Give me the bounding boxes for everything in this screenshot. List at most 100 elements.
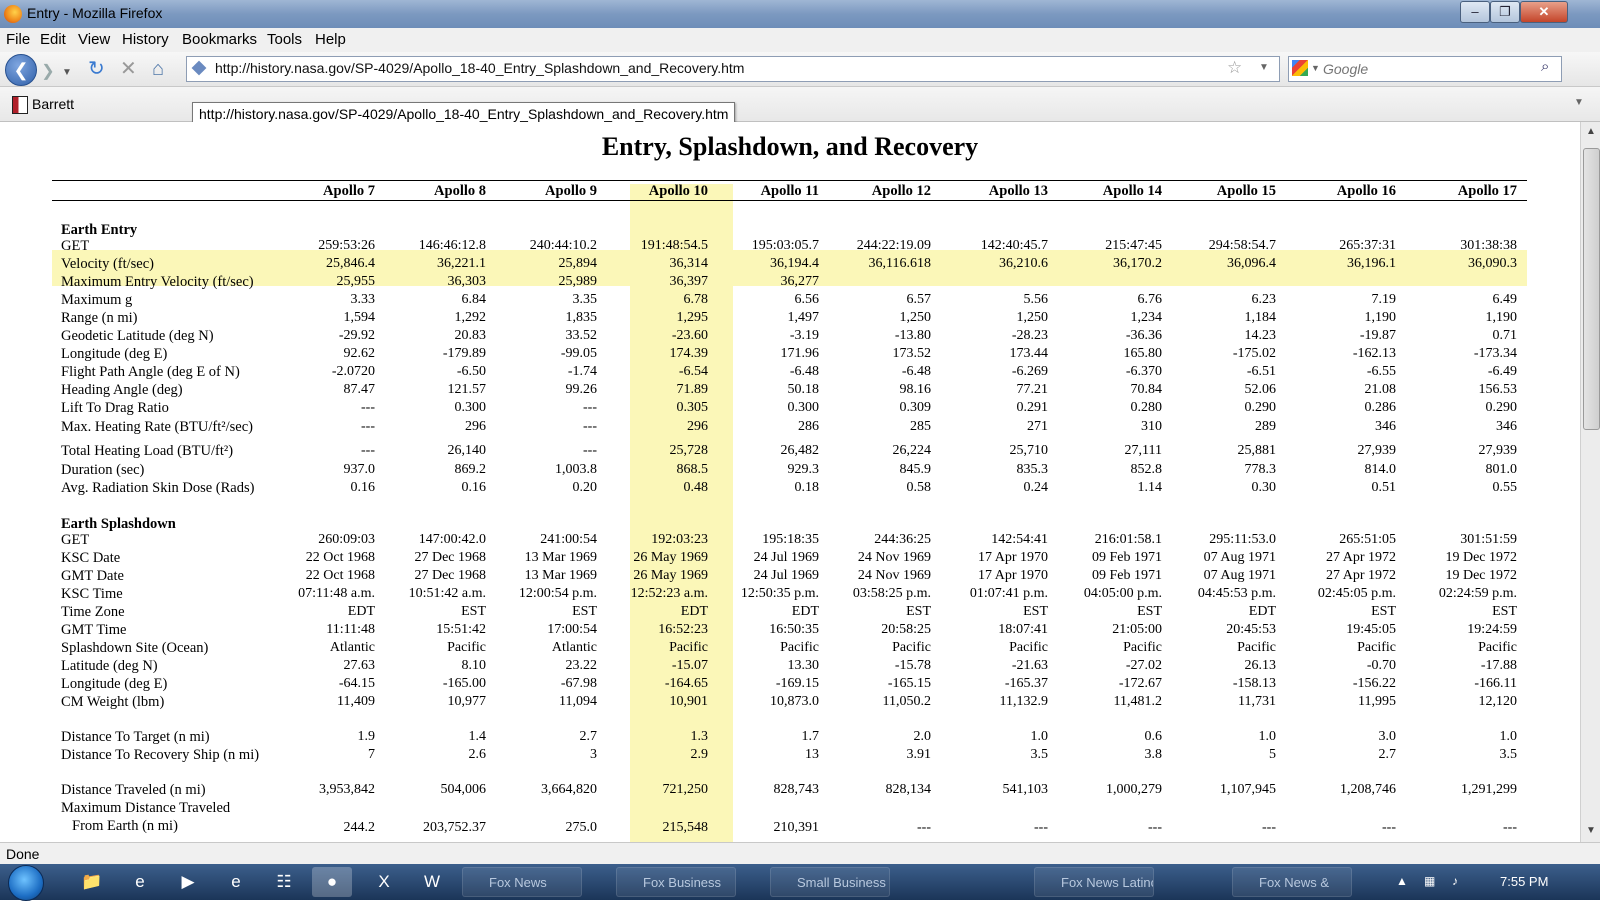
maximize-button[interactable]: ❐ xyxy=(1490,1,1520,23)
firefox-taskbar-icon[interactable]: ● xyxy=(312,867,352,897)
window-title: Entry - Mozilla Firefox xyxy=(27,5,163,21)
minimize-button[interactable]: – xyxy=(1460,1,1490,23)
table-cell: -36.36 xyxy=(1125,328,1162,343)
table-cell: 165.80 xyxy=(1123,346,1163,361)
stop-icon[interactable]: ✕ xyxy=(120,56,137,82)
table-cell: 36,194.4 xyxy=(770,256,819,271)
scroll-down-icon[interactable]: ▼ xyxy=(1586,825,1596,836)
column-header: Apollo 13 xyxy=(988,183,1048,199)
table-cell: 11,094 xyxy=(559,694,597,709)
table-cell: 17 Apr 1970 xyxy=(978,550,1048,565)
media-player-icon[interactable]: ▶ xyxy=(168,867,208,897)
forward-arrow-icon[interactable]: ❯ xyxy=(37,59,59,80)
menu-file[interactable]: File xyxy=(6,31,30,48)
menu-tools[interactable]: Tools xyxy=(267,31,302,48)
home-icon[interactable]: ⌂ xyxy=(152,56,164,82)
bookmarks-overflow-icon[interactable]: ▼ xyxy=(1574,97,1584,108)
table-cell: Pacific xyxy=(780,640,819,655)
close-button[interactable]: ✕ xyxy=(1520,1,1568,23)
url-bar[interactable]: http://history.nasa.gov/SP-4029/Apollo_1… xyxy=(186,56,1280,82)
table-cell: 36,196.1 xyxy=(1347,256,1396,271)
table-cell: 0.286 xyxy=(1364,400,1397,415)
url-dropdown-icon[interactable]: ▼ xyxy=(1259,62,1269,73)
row-label: Heading Angle (deg) xyxy=(61,382,183,398)
taskbar-task[interactable]: Fox News Latino xyxy=(1034,867,1154,897)
table-cell: 3.8 xyxy=(1144,747,1163,762)
table-cell: 2.0 xyxy=(913,729,932,744)
table-cell: 27 Apr 1972 xyxy=(1326,550,1396,565)
table-cell: 19:45:05 xyxy=(1346,622,1396,637)
menu-help[interactable]: Help xyxy=(315,31,346,48)
table-cell: 92.62 xyxy=(343,346,376,361)
search-bar[interactable]: ▼ ⌕ xyxy=(1288,56,1562,82)
row-label: From Earth (n mi) xyxy=(72,818,178,834)
row-label: GMT Time xyxy=(61,622,127,638)
table-cell: 0.290 xyxy=(1244,400,1277,415)
table-cell: 98.16 xyxy=(899,382,932,397)
table-cell: 6.23 xyxy=(1251,292,1277,307)
table-cell: 11,481.2 xyxy=(1113,694,1162,709)
table-cell: 1,184 xyxy=(1244,310,1277,325)
back-arrow-icon[interactable]: ❮ xyxy=(5,54,37,86)
taskbar-task[interactable]: Fox News xyxy=(462,867,582,897)
table-cell: 174.39 xyxy=(669,346,709,361)
start-orb-icon[interactable] xyxy=(8,865,44,901)
table-cell: -175.02 xyxy=(1232,346,1276,361)
network-icon[interactable]: ☷ xyxy=(264,867,304,897)
table-cell: 1.4 xyxy=(468,729,487,744)
table-cell: 142:54:41 xyxy=(991,532,1048,547)
internet-explorer-icon[interactable]: e xyxy=(120,867,160,897)
table-cell: 1,497 xyxy=(787,310,820,325)
tray-network-icon[interactable]: ▦ xyxy=(1424,874,1435,888)
site-identity-icon[interactable] xyxy=(191,60,207,76)
table-cell: 13 Mar 1969 xyxy=(524,568,597,583)
table-cell: --- xyxy=(917,820,931,835)
table-cell: 25,710 xyxy=(1009,443,1049,458)
search-input[interactable] xyxy=(1321,59,1535,79)
taskbar-task[interactable]: Fox News & xyxy=(1232,867,1352,897)
row-label: Longitude (deg E) xyxy=(61,346,168,362)
table-cell: 27,939 xyxy=(1357,443,1397,458)
table-cell: --- xyxy=(1148,820,1162,835)
search-engine-dropdown-icon[interactable]: ▼ xyxy=(1311,63,1320,73)
table-cell: -6.51 xyxy=(1246,364,1276,379)
scrollbar-thumb[interactable] xyxy=(1583,148,1600,430)
table-cell: 801.0 xyxy=(1485,462,1518,477)
url-text[interactable]: http://history.nasa.gov/SP-4029/Apollo_1… xyxy=(215,60,744,76)
tray-arrow-icon[interactable]: ▲ xyxy=(1396,874,1408,888)
table-cell: -169.15 xyxy=(775,676,819,691)
explorer-icon[interactable]: 📁 xyxy=(72,867,112,897)
table-cell: 1,234 xyxy=(1130,310,1163,325)
menu-bar: File Edit View History Bookmarks Tools H… xyxy=(0,28,1600,52)
ie-alt-icon[interactable]: e xyxy=(216,867,256,897)
table-cell: 869.2 xyxy=(454,462,487,477)
reload-icon[interactable]: ↻ xyxy=(88,56,105,82)
bookmark-star-icon[interactable]: ☆ xyxy=(1227,58,1242,78)
google-icon[interactable] xyxy=(1292,60,1308,76)
bookmark-item[interactable]: Barrett xyxy=(32,96,74,112)
search-icon[interactable]: ⌕ xyxy=(1541,58,1549,75)
section-earth-splashdown: Earth Splashdown xyxy=(61,516,176,532)
row-label: Duration (sec) xyxy=(61,462,145,478)
table-cell: -64.15 xyxy=(338,676,375,691)
table-cell: -21.63 xyxy=(1011,658,1048,673)
menu-history[interactable]: History xyxy=(122,31,169,48)
word-icon[interactable]: W xyxy=(412,867,452,897)
taskbar-task[interactable]: Fox Business xyxy=(616,867,736,897)
table-cell: 286 xyxy=(798,419,819,434)
excel-icon[interactable]: X xyxy=(364,867,404,897)
tray-volume-icon[interactable]: ♪ xyxy=(1452,874,1458,888)
table-cell: -29.92 xyxy=(338,328,375,343)
taskbar-task[interactable]: Small Business Center xyxy=(770,867,890,897)
menu-bookmarks[interactable]: Bookmarks xyxy=(182,31,257,48)
table-cell: 1.7 xyxy=(801,729,820,744)
table-cell: --- xyxy=(1262,820,1276,835)
menu-view[interactable]: View xyxy=(78,31,110,48)
vertical-scrollbar[interactable]: ▲ ▼ xyxy=(1580,122,1600,842)
scroll-up-icon[interactable]: ▲ xyxy=(1586,126,1596,137)
menu-edit[interactable]: Edit xyxy=(40,31,66,48)
table-cell: 25,894 xyxy=(558,256,598,271)
table-cell: 25,989 xyxy=(558,274,598,289)
history-dropdown-icon[interactable]: ▼ xyxy=(62,60,72,86)
table-cell: 835.3 xyxy=(1016,462,1049,477)
